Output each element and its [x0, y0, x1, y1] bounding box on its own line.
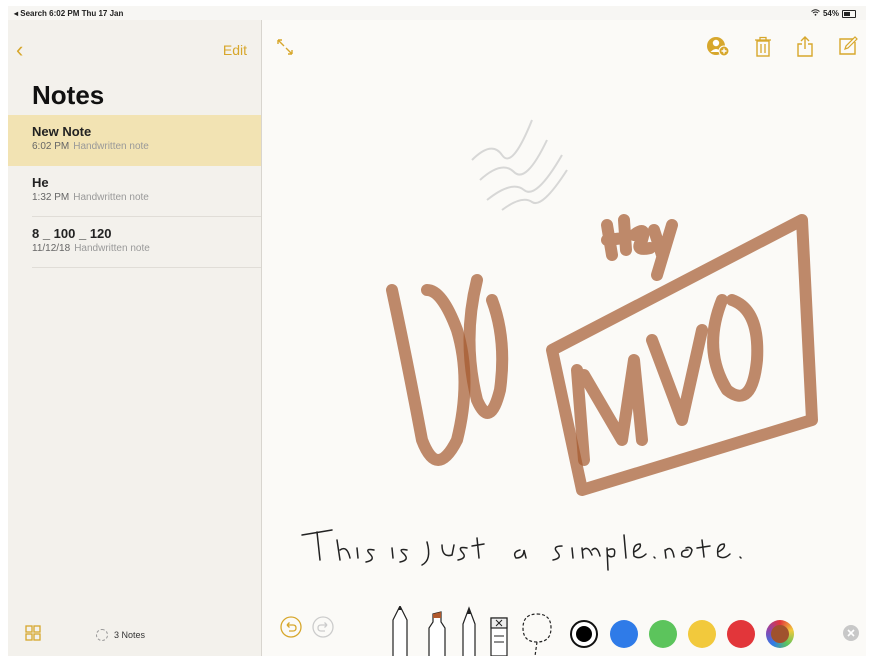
status-left: ◂ Search 6:02 PM Thu 17 Jan [14, 9, 124, 18]
page-title: Notes [32, 80, 105, 110]
redo-icon[interactable] [312, 616, 334, 643]
expand-icon[interactable] [276, 38, 294, 61]
list-item[interactable]: He 1:32 PM Handwritten note [8, 166, 261, 217]
note-time: 1:32 PM [32, 192, 70, 203]
list-item[interactable]: New Note 6:02 PM Handwritten note [8, 115, 261, 166]
color-swatch-red[interactable] [727, 620, 755, 648]
color-swatch-green[interactable] [649, 620, 677, 648]
drawing-tools [392, 606, 552, 656]
color-swatch-yellow[interactable] [688, 620, 716, 648]
sync-spinner-icon [96, 629, 108, 641]
ipad-screen: ◂ Search 6:02 PM Thu 17 Jan 54% ‹ Edit N… [8, 6, 866, 656]
close-toolbar-icon[interactable] [842, 624, 860, 647]
back-chevron-icon[interactable]: ‹ [16, 39, 23, 61]
color-swatch-blue[interactable] [610, 620, 638, 648]
pen-tool[interactable] [392, 606, 408, 656]
note-count-label: 3 Notes [114, 630, 146, 640]
add-people-icon[interactable] [706, 36, 730, 63]
trash-icon[interactable] [754, 36, 772, 63]
notes-list: New Note 6:02 PM Handwritten note He 1:32… [8, 115, 261, 268]
eraser-tool[interactable] [490, 617, 508, 656]
note-count: 3 Notes [96, 629, 145, 641]
undo-icon[interactable] [280, 616, 302, 643]
note-subtitle: 6:02 PM Handwritten note [32, 141, 261, 152]
note-time: 6:02 PM [32, 141, 70, 152]
note-subtitle: 1:32 PM Handwritten note [32, 192, 261, 203]
note-title: He [32, 175, 49, 190]
status-right: 54% [811, 9, 856, 18]
note-kind: Handwritten note [73, 141, 149, 152]
note-title: 8 _ 100 _ 120 [32, 226, 112, 241]
note-kind: Handwritten note [73, 192, 149, 203]
note-title: New Note [32, 124, 92, 139]
color-swatch-black[interactable] [570, 620, 598, 648]
battery-icon [842, 9, 856, 18]
note-editor[interactable] [262, 20, 866, 656]
notes-sidebar: ‹ Edit Notes New Note 6:02 PM Handwritten… [8, 20, 262, 656]
color-picker-custom[interactable] [766, 620, 794, 648]
share-icon[interactable] [796, 36, 814, 63]
handwriting [301, 529, 742, 571]
gallery-view-icon[interactable] [24, 624, 42, 647]
edit-button[interactable]: Edit [223, 42, 247, 58]
divider [32, 267, 261, 268]
battery-percent: 54% [822, 9, 839, 18]
note-time: 11/12/18 [32, 243, 71, 254]
sidebar-toolbar: 3 Notes [8, 616, 261, 656]
editor-toolbar [706, 36, 858, 63]
note-subtitle: 11/12/18 Handwritten note [32, 243, 261, 254]
drawing-canvas[interactable] [262, 60, 866, 600]
marker-tool[interactable] [428, 611, 446, 656]
compose-icon[interactable] [838, 36, 858, 63]
markup-toolbar [262, 606, 866, 656]
marker-drawing [386, 214, 818, 496]
wifi-icon [811, 9, 820, 18]
lasso-tool[interactable] [522, 613, 552, 656]
list-item[interactable]: 8 _ 100 _ 120 11/12/18 Handwritten note [8, 217, 261, 268]
status-bar: ◂ Search 6:02 PM Thu 17 Jan 54% [8, 6, 866, 20]
pencil-tool[interactable] [462, 606, 476, 656]
pencil-scribble [471, 119, 568, 211]
note-kind: Handwritten note [74, 243, 150, 254]
